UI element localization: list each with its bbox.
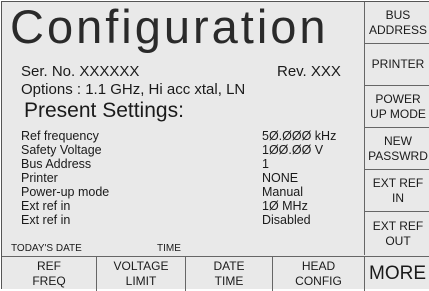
setting-row-ext-ref-out: Ext ref in Disabled <box>21 213 361 227</box>
page-title: Configuration <box>10 0 329 53</box>
revision: Rev. XXX <box>277 63 341 80</box>
setting-row-power-up-mode: Power-up mode Manual <box>21 185 361 199</box>
present-settings-heading: Present Settings: <box>24 99 184 122</box>
date-time-key[interactable]: DATE TIME <box>186 257 273 291</box>
options-text: Options : 1.1 GHz, Hi acc xtal, LN <box>21 81 246 98</box>
setting-value: Disabled <box>262 213 311 227</box>
setting-row-ref-frequency: Ref frequency 5Ø.ØØØ kHz <box>21 129 361 143</box>
head-config-key[interactable]: HEAD CONFIG <box>273 257 364 291</box>
serial-number: Ser. No. XXXXXX <box>21 63 140 80</box>
setting-row-safety-voltage: Safety Voltage 1ØØ.ØØ V <box>21 143 361 157</box>
more-key[interactable]: MORE <box>364 257 429 291</box>
date-label: TODAY'S DATE <box>11 243 82 254</box>
time-label: TIME <box>157 243 181 254</box>
printer-key[interactable]: PRINTER <box>365 44 429 86</box>
setting-value: 1ØØ.ØØ V <box>262 143 324 157</box>
date-time-bar: TODAY'S DATE TIME <box>2 242 364 256</box>
ref-freq-key[interactable]: REF FREQ <box>2 257 97 291</box>
bottom-softkeys: REF FREQ VOLTAGE LIMIT DATE TIME HEAD CO… <box>2 256 429 291</box>
config-panel: Configuration Ser. No. XXXXXX Rev. XXX O… <box>2 0 364 256</box>
power-up-mode-key[interactable]: POWER UP MODE <box>365 86 429 128</box>
setting-label: Power-up mode <box>21 185 110 199</box>
new-password-key[interactable]: NEW PASSWRD <box>365 128 429 170</box>
setting-label: Ext ref in <box>21 199 71 213</box>
bus-address-key[interactable]: BUS ADDRESS <box>365 2 429 44</box>
setting-label: Safety Voltage <box>21 143 102 157</box>
setting-row-printer: Printer NONE <box>21 171 361 185</box>
setting-label: Printer <box>21 171 58 185</box>
setting-row-ext-ref-in: Ext ref in 1Ø MHz <box>21 199 361 213</box>
setting-row-bus-address: Bus Address 1 <box>21 157 361 171</box>
setting-value: 1 <box>262 157 269 171</box>
instrument-screen: Configuration Ser. No. XXXXXX Rev. XXX O… <box>1 0 429 291</box>
voltage-limit-key[interactable]: VOLTAGE LIMIT <box>97 257 186 291</box>
ext-ref-out-key[interactable]: EXT REF OUT <box>365 212 429 255</box>
setting-value: NONE <box>262 171 299 185</box>
setting-value: 1Ø MHz <box>262 199 308 213</box>
setting-label: Ext ref in <box>21 213 71 227</box>
setting-label: Ref frequency <box>21 129 99 143</box>
setting-value: 5Ø.ØØØ kHz <box>262 129 337 143</box>
ext-ref-in-key[interactable]: EXT REF IN <box>365 170 429 212</box>
side-softkeys: BUS ADDRESS PRINTER POWER UP MODE NEW PA… <box>364 2 429 255</box>
setting-value: Manual <box>262 185 303 199</box>
setting-label: Bus Address <box>21 157 92 171</box>
